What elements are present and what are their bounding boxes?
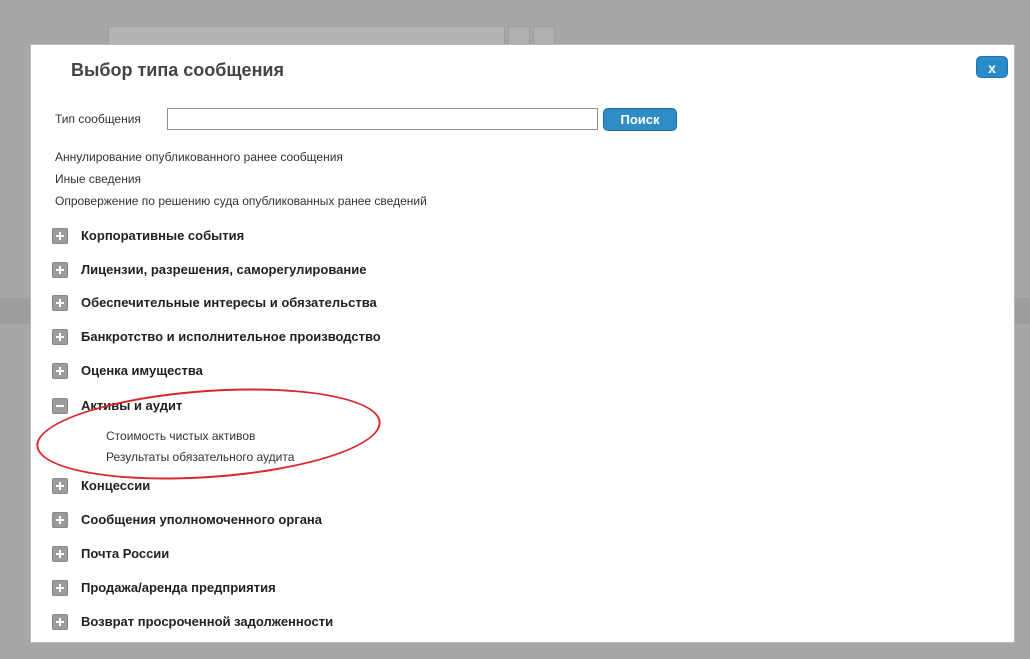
close-button[interactable]: x [976, 56, 1008, 78]
expand-plus-icon[interactable] [52, 228, 68, 244]
background-button [533, 26, 555, 46]
expand-plus-icon[interactable] [52, 329, 68, 345]
category-label: Оценка имущества [81, 363, 203, 378]
subitem-mandatory-audit[interactable]: Результаты обязательного аудита [106, 450, 294, 464]
background-button [508, 26, 530, 46]
message-type-item[interactable]: Опровержение по решению суда опубликован… [55, 194, 427, 208]
expand-plus-icon[interactable] [52, 512, 68, 528]
expand-plus-icon[interactable] [52, 614, 68, 630]
dialog-title: Выбор типа сообщения [71, 60, 285, 80]
message-type-item[interactable]: Аннулирование опубликованного ранее сооб… [55, 150, 343, 164]
category-label: Банкротство и исполнительное производств… [81, 329, 381, 344]
collapse-minus-icon[interactable] [52, 398, 68, 414]
expand-plus-icon[interactable] [52, 262, 68, 278]
search-label: Тип сообщения [55, 112, 141, 126]
category-label: Активы и аудит [81, 398, 183, 413]
background-field [108, 26, 505, 46]
search-button[interactable]: Поиск [603, 108, 677, 131]
search-input[interactable] [167, 108, 598, 130]
expand-plus-icon[interactable] [52, 363, 68, 379]
expand-plus-icon[interactable] [52, 580, 68, 596]
category-label: Лицензии, разрешения, саморегулирование [81, 262, 367, 277]
category-label: Концессии [81, 478, 151, 493]
subitem-net-assets[interactable]: Стоимость чистых активов [106, 429, 255, 443]
category-label: Почта России [81, 546, 170, 561]
category-label: Продажа/аренда предприятия [81, 580, 276, 595]
expand-plus-icon[interactable] [52, 295, 68, 311]
category-label: Сообщения уполномоченного органа [81, 512, 323, 527]
expand-plus-icon[interactable] [52, 546, 68, 562]
expand-plus-icon[interactable] [52, 478, 68, 494]
category-label: Возврат просроченной задолженности [81, 614, 334, 629]
category-label: Обеспечительные интересы и обязательства [81, 295, 377, 310]
message-type-item[interactable]: Иные сведения [55, 172, 141, 186]
category-label: Корпоративные события [81, 228, 245, 243]
